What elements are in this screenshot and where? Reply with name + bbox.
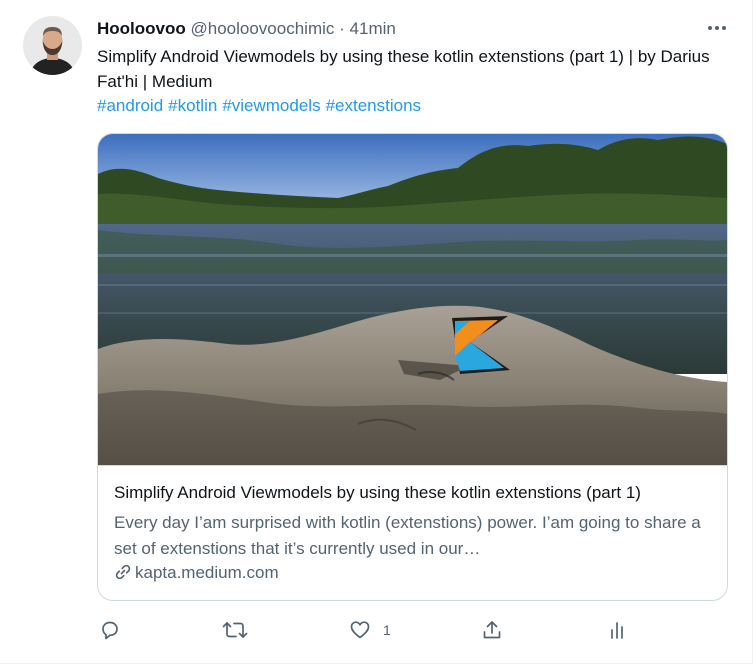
timestamp[interactable]: 41min [350, 19, 396, 38]
card-description: Every day I’am surprised with kotlin (ex… [114, 513, 701, 558]
heart-icon [350, 621, 370, 639]
hashtag-link[interactable]: #android [97, 96, 163, 115]
link-icon [114, 563, 132, 587]
share-icon [483, 621, 501, 639]
reply-icon [102, 621, 118, 640]
card-image[interactable] [98, 134, 727, 466]
link-preview-card[interactable]: Simplify Android Viewmodels by using the… [97, 133, 728, 601]
hashtag-link[interactable]: #kotlin [168, 96, 217, 115]
separator-dot: · [339, 19, 345, 38]
tweet-container[interactable]: Hooloovoo @hooloovoochimic · 41min Simpl… [0, 0, 753, 664]
tweet-actions: 1 [0, 615, 755, 645]
card-domain-text: kapta.medium.com [135, 563, 279, 582]
display-name[interactable]: Hooloovoo [97, 19, 186, 38]
card-title[interactable]: Simplify Android Viewmodels by using the… [114, 482, 714, 504]
retweet-icon [222, 622, 248, 638]
analytics-icon [611, 622, 623, 639]
hashtag-link[interactable]: #viewmodels [222, 96, 320, 115]
like-button[interactable]: 1 [349, 615, 391, 645]
hashtag-list: #android #kotlin #viewmodels #extenstions [97, 94, 426, 118]
tweet-header: Hooloovoo @hooloovoochimic · 41min [97, 18, 396, 40]
hashtag-link[interactable]: #extenstions [326, 96, 421, 115]
avatar[interactable] [23, 16, 82, 75]
tweet-text: Simplify Android Viewmodels by using the… [97, 47, 710, 91]
more-options-button[interactable] [704, 18, 730, 40]
reply-button[interactable] [99, 615, 121, 645]
retweet-button[interactable] [222, 615, 248, 645]
analytics-button[interactable] [606, 615, 628, 645]
share-button[interactable] [481, 615, 503, 645]
more-icon [708, 26, 726, 30]
like-count: 1 [383, 622, 391, 638]
user-handle[interactable]: @hooloovoochimic [191, 19, 335, 38]
card-domain[interactable]: kapta.medium.com [114, 562, 279, 587]
